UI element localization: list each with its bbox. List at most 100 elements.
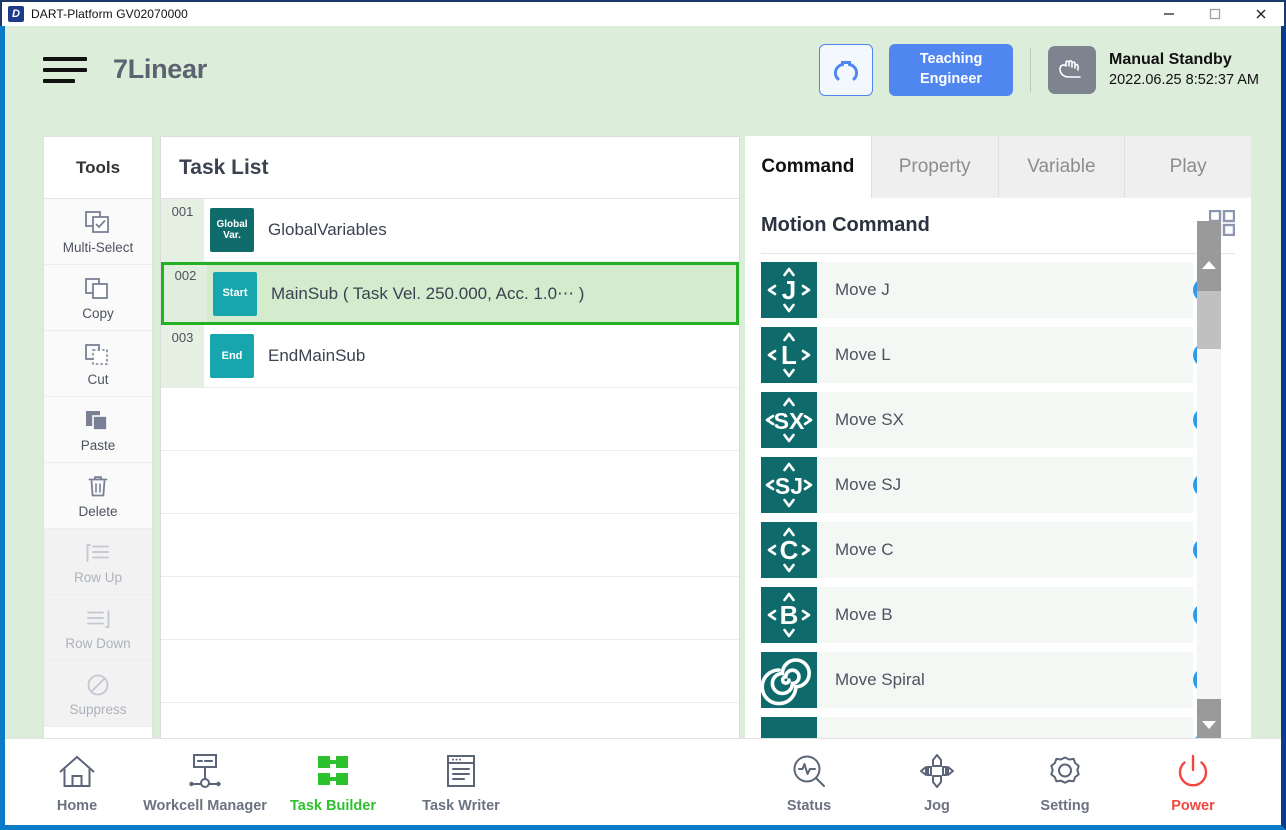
svg-text:B: B xyxy=(780,600,799,630)
tool-paste[interactable]: Paste xyxy=(44,397,152,463)
tool-label: Suppress xyxy=(69,701,127,717)
nav-item-setting[interactable]: Setting xyxy=(1001,750,1129,814)
svg-text:SX: SX xyxy=(774,408,805,434)
close-button[interactable] xyxy=(1238,2,1284,26)
move-sj-icon: SJ xyxy=(761,457,817,513)
nav-label: Power xyxy=(1171,798,1215,814)
tool-label: Delete xyxy=(78,503,118,519)
task-row-tag-line1: End xyxy=(221,349,243,362)
move-j-icon: J xyxy=(761,262,817,318)
nav-item-task-builder[interactable]: Task Builder xyxy=(269,750,397,814)
task-row-body: End EndMainSub xyxy=(204,325,739,387)
nav-label: Setting xyxy=(1040,798,1090,814)
status-timestamp: 2022.06.25 8:52:37 AM xyxy=(1109,72,1259,88)
nav-item-jog[interactable]: Jog xyxy=(873,750,1001,814)
command-label: Move C xyxy=(817,522,1193,578)
status-icon xyxy=(789,750,829,794)
task-row-tag-line1: Start xyxy=(222,287,248,300)
task-row-empty[interactable] xyxy=(161,640,739,703)
command-label: Move B xyxy=(817,587,1193,643)
home-icon xyxy=(57,750,97,794)
tool-suppress[interactable]: Suppress xyxy=(44,661,152,727)
task-row-empty[interactable] xyxy=(161,577,739,640)
svg-text:J: J xyxy=(782,275,796,305)
command-list-scrollbar[interactable] xyxy=(1197,221,1221,769)
copy-icon xyxy=(85,275,111,303)
command-item-move-sj[interactable]: SJ Move SJ i xyxy=(761,456,1235,514)
task-row-empty[interactable] xyxy=(161,388,739,451)
task-row-label: GlobalVariables xyxy=(268,220,387,239)
svg-text:SJ: SJ xyxy=(775,473,803,499)
task-row-label: EndMainSub xyxy=(268,346,366,365)
tool-row-down[interactable]: Row Down xyxy=(44,595,152,661)
task-row-empty[interactable] xyxy=(161,514,739,577)
bottom-navigation-bar: Home Workcell Manager Task Builder Task … xyxy=(5,738,1281,825)
tool-label: Cut xyxy=(87,371,109,387)
move-c-icon: C xyxy=(761,522,817,578)
svg-text:L: L xyxy=(781,340,797,370)
task-row[interactable]: 001 Global Var. GlobalVariables xyxy=(161,199,739,262)
tool-cut[interactable]: Cut xyxy=(44,331,152,397)
command-item-move-j[interactable]: J Move J i xyxy=(761,261,1235,319)
nav-item-task-writer[interactable]: Task Writer xyxy=(397,750,525,814)
bottom-nav-right-group: Status Jog Setting Power xyxy=(745,750,1257,814)
window-titlebar: D DART-Platform GV02070000 xyxy=(0,0,1286,26)
robot-arch-icon[interactable] xyxy=(819,43,874,96)
nav-item-power[interactable]: Power xyxy=(1129,750,1257,814)
scroll-up-arrow-icon[interactable] xyxy=(1197,221,1221,291)
mode-teaching-engineer-button[interactable]: Teaching Engineer xyxy=(889,43,1014,96)
setting-gear-icon xyxy=(1045,750,1085,794)
nav-item-home[interactable]: Home xyxy=(13,750,141,814)
command-item-move-b[interactable]: B Move B i xyxy=(761,586,1235,644)
power-icon xyxy=(1173,750,1213,794)
tab-command[interactable]: Command xyxy=(745,136,872,198)
task-row-tag: Global Var. xyxy=(210,208,254,252)
move-l-icon: L xyxy=(761,327,817,383)
main-body: Tools Multi-Select Copy Cut Paste Delete… xyxy=(5,113,1281,769)
row-up-icon xyxy=(85,539,111,567)
task-writer-icon xyxy=(441,750,481,794)
app-header: 7Linear Teaching Engineer Manual Standby… xyxy=(5,26,1281,113)
paste-icon xyxy=(85,407,111,435)
multi-select-icon xyxy=(85,209,111,237)
nav-item-status[interactable]: Status xyxy=(745,750,873,814)
command-section-header: Motion Command xyxy=(761,198,1236,254)
scrollbar-thumb[interactable] xyxy=(1197,291,1221,349)
hamburger-menu-icon[interactable] xyxy=(43,53,91,87)
cut-icon xyxy=(85,341,111,369)
nav-item-workcell-manager[interactable]: Workcell Manager xyxy=(141,750,269,814)
task-row-tag: End xyxy=(210,334,254,378)
command-item-move-l[interactable]: L Move L i xyxy=(761,326,1235,384)
tab-play[interactable]: Play xyxy=(1125,136,1251,198)
move-spiral-icon xyxy=(761,652,817,708)
robot-state-block: Manual Standby 2022.06.25 8:52:37 AM xyxy=(1109,51,1259,88)
command-item-move-c[interactable]: C Move C i xyxy=(761,521,1235,579)
command-label: Move SJ xyxy=(817,457,1193,513)
task-row-empty[interactable] xyxy=(161,451,739,514)
task-list-panel: Task List 001 Global Var. GlobalVariable… xyxy=(160,136,740,766)
minimize-button[interactable] xyxy=(1146,2,1192,26)
page-title: 7Linear xyxy=(113,54,207,84)
task-row[interactable]: 003 End EndMainSub xyxy=(161,325,739,388)
command-item-move-sx[interactable]: SX Move SX i xyxy=(761,391,1235,449)
task-row-selected[interactable]: 002 Start MainSub ( Task Vel. 250.000, A… xyxy=(161,262,739,325)
delete-trash-icon xyxy=(86,473,110,501)
application-frame: 7Linear Teaching Engineer Manual Standby… xyxy=(0,26,1286,830)
tab-property[interactable]: Property xyxy=(871,136,999,198)
jog-icon xyxy=(917,750,957,794)
tool-copy[interactable]: Copy xyxy=(44,265,152,331)
header-divider xyxy=(1030,47,1032,92)
task-row-tag: Start xyxy=(213,271,257,316)
tool-row-up[interactable]: Row Up xyxy=(44,529,152,595)
task-row-number: 001 xyxy=(161,199,204,261)
command-item-move-spiral[interactable]: Move Spiral i xyxy=(761,651,1235,709)
tool-delete[interactable]: Delete xyxy=(44,463,152,529)
tool-multi-select[interactable]: Multi-Select xyxy=(44,199,152,265)
maximize-button[interactable] xyxy=(1192,2,1238,26)
status-badge: Manual Standby xyxy=(1109,51,1232,68)
task-row-tag-line1: Global xyxy=(216,218,248,230)
tab-variable[interactable]: Variable xyxy=(998,136,1126,198)
suppress-icon xyxy=(86,671,110,699)
task-row-number: 003 xyxy=(161,325,204,387)
task-row-body xyxy=(204,451,739,513)
